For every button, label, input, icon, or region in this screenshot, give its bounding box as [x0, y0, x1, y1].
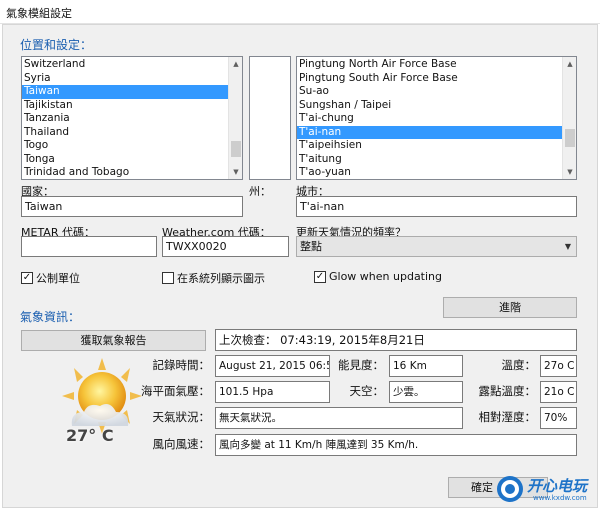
scroll-thumb[interactable] — [565, 129, 575, 147]
humidity-field: 70% — [540, 407, 577, 429]
checkbox-icon: ✓ — [21, 272, 33, 284]
country-item[interactable]: Tonga — [22, 153, 242, 167]
metric-units-checkbox[interactable]: ✓ 公制單位 — [21, 270, 80, 286]
weather-group-title: 氣象資訊： — [20, 310, 81, 324]
record-time-label: 記錄時間： — [152, 358, 211, 372]
visibility-label: 能見度： — [338, 358, 384, 372]
city-item[interactable]: T'ai-nan — [297, 125, 576, 139]
country-list-scrollbar[interactable]: ▲ ▼ — [228, 57, 242, 179]
tray-icon-label: 在系統列顯示圖示 — [177, 272, 265, 285]
country-item[interactable]: Switzerland — [22, 58, 242, 72]
country-item[interactable]: Trinidad and Tobago — [22, 166, 242, 179]
country-item[interactable]: Tajikistan — [22, 99, 242, 113]
city-item[interactable]: Sungshan / Taipei — [297, 99, 576, 113]
advanced-button[interactable]: 進階 — [443, 297, 577, 318]
frequency-select[interactable]: 整點 ▼ — [296, 236, 577, 257]
city-item[interactable]: Pingtung North Air Force Base — [297, 58, 576, 72]
pressure-label: 海平面氣壓： — [141, 384, 210, 398]
sky-label: 天空： — [349, 384, 385, 398]
temperature-label: 溫度： — [501, 358, 537, 372]
humidity-label: 相對溼度： — [478, 410, 537, 424]
state-label: 州： — [249, 185, 271, 198]
state-list[interactable] — [249, 56, 291, 180]
last-check-value: 07:43:19, 2015年8月21日 — [280, 333, 425, 347]
glow-checkbox[interactable]: ✓ Glow when updating — [314, 270, 442, 283]
get-report-button[interactable]: 獲取氣象報告 — [21, 330, 206, 351]
icon-temperature: 27° C — [66, 426, 114, 445]
condition-field: 無天氣狀況。 — [215, 407, 463, 429]
city-list[interactable]: Pingtung North Air Force Base Pingtung So… — [296, 56, 577, 180]
city-item[interactable]: Pingtung South Air Force Base — [297, 72, 576, 86]
city-item[interactable]: Su-ao — [297, 85, 576, 99]
scroll-up-icon[interactable]: ▲ — [563, 57, 576, 71]
temperature-field: 27o C — [540, 355, 577, 377]
city-item[interactable]: T'ai-chung — [297, 112, 576, 126]
location-group-title: 位置和設定： — [20, 38, 93, 52]
record-time-field: August 21, 2015 06:51 — [215, 355, 330, 377]
chevron-down-icon: ▼ — [564, 242, 571, 251]
city-list-scrollbar[interactable]: ▲ ▼ — [562, 57, 576, 179]
watermark-brand: 开心电玩 — [527, 477, 588, 495]
watermark-url: www.kxdw.com — [533, 494, 587, 502]
pressure-field: 101.5 Hpa — [215, 381, 330, 403]
scroll-up-icon[interactable]: ▲ — [229, 57, 242, 71]
country-field[interactable]: Taiwan — [21, 196, 243, 217]
glow-label: Glow when updating — [329, 270, 443, 283]
condition-label: 天氣狀況： — [152, 410, 211, 424]
city-field[interactable]: T'ai-nan — [296, 196, 577, 217]
city-item[interactable]: T'aipeihsien — [297, 139, 576, 153]
country-item[interactable]: Togo — [22, 139, 242, 153]
checkbox-icon — [162, 272, 174, 284]
city-item[interactable]: T'aitung — [297, 153, 576, 167]
last-check-box: 上次檢查： 07:43:19, 2015年8月21日 — [215, 329, 577, 351]
scroll-down-icon[interactable]: ▼ — [229, 165, 242, 179]
wind-field: 風向多變 at 11 Km/h 陣風達到 35 Km/h. — [215, 434, 577, 456]
country-list[interactable]: Switzerland Syria Taiwan Tajikistan Tanzania… — [21, 56, 243, 180]
country-item[interactable]: Thailand — [22, 126, 242, 140]
checkbox-icon: ✓ — [314, 270, 326, 283]
scroll-down-icon[interactable]: ▼ — [563, 165, 576, 179]
tray-icon-checkbox[interactable]: 在系統列顯示圖示 — [162, 270, 265, 286]
title-bar: 氣象模組設定 — [0, 0, 600, 24]
frequency-value: 整點 — [300, 240, 322, 253]
country-item[interactable]: Taiwan — [22, 85, 242, 99]
dewpoint-field: 21o C — [540, 381, 577, 403]
scroll-thumb[interactable] — [231, 141, 241, 157]
visibility-field: 16 Km — [389, 355, 463, 377]
country-item[interactable]: Tanzania — [22, 112, 242, 126]
weathercom-field[interactable]: TWXX0020 — [162, 236, 289, 257]
dewpoint-label: 露點溫度： — [478, 384, 537, 398]
metric-units-label: 公制單位 — [36, 272, 80, 285]
city-item[interactable]: T'ao-yuan — [297, 166, 576, 179]
country-item[interactable]: Syria — [22, 72, 242, 86]
window-title: 氣象模組設定 — [6, 7, 72, 20]
wind-label: 風向風速： — [152, 437, 211, 451]
watermark-logo: 开心电玩 www.kxdw.com — [493, 472, 598, 506]
metar-field[interactable] — [21, 236, 157, 257]
sky-field: 少雲。 — [389, 381, 463, 403]
last-check-label: 上次檢查： — [219, 333, 277, 347]
